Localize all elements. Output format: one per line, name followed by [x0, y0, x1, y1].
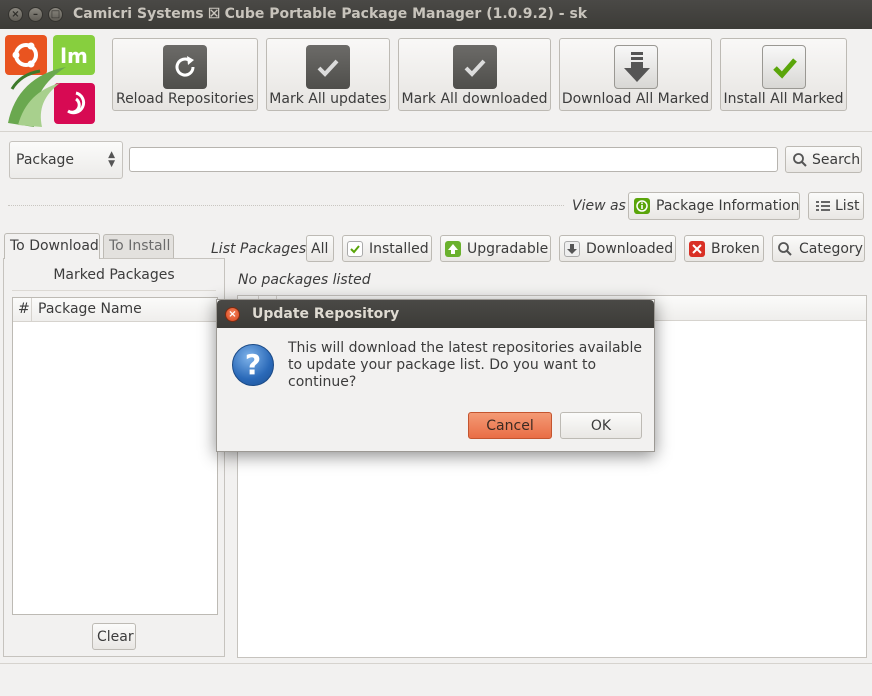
upgrade-arrow-icon [445, 240, 461, 257]
mark-all-downloaded-label: Mark All downloaded [401, 91, 548, 107]
green-checkmark-icon [761, 45, 806, 89]
tab-to-download-label: To Download [10, 238, 99, 254]
dialog-message-line1: This will download the latest repositori… [288, 340, 642, 356]
mark-all-updates-button[interactable]: Mark All updates [266, 38, 390, 111]
column-header-number[interactable]: # [18, 301, 30, 317]
filter-installed-button[interactable]: Installed [342, 235, 432, 262]
column-header-package-name[interactable]: Package Name [38, 301, 142, 317]
installed-check-icon [347, 240, 363, 257]
table-header: # Package Name [13, 298, 217, 322]
dialog-title: Update Repository [252, 306, 400, 322]
checkmark-icon [452, 45, 497, 89]
package-information-label: Package Information [656, 198, 800, 214]
window-close-button[interactable]: × [8, 7, 23, 22]
dialog-message: This will download the latest repositori… [288, 340, 654, 391]
filter-downloaded-button[interactable]: Downloaded [559, 235, 676, 262]
filter-downloaded-label: Downloaded [586, 240, 674, 257]
download-icon [613, 45, 658, 89]
ok-button[interactable]: OK [560, 412, 642, 439]
dialog-close-icon[interactable]: × [225, 307, 240, 322]
filter-category-button[interactable]: Category [772, 235, 865, 262]
tab-to-install-label: To Install [109, 238, 171, 254]
ok-button-label: OK [590, 417, 612, 434]
window-minimize-button[interactable]: – [28, 7, 43, 22]
dialog-titlebar: × Update Repository [217, 300, 654, 328]
toolbar-separator [0, 131, 872, 132]
info-icon [634, 198, 650, 214]
question-icon: ? [232, 344, 274, 386]
update-repository-dialog: × Update Repository ? This will download… [216, 299, 655, 452]
column-divider [31, 298, 32, 322]
panel-divider [12, 290, 216, 291]
dialog-message-line2: to update your package list. Do you want… [288, 357, 597, 390]
tab-to-download[interactable]: To Download [4, 233, 100, 259]
checkmark-icon [306, 45, 350, 89]
filter-all-label: All [311, 240, 329, 257]
filter-broken-label: Broken [711, 240, 760, 257]
list-packages-label: List Packages [211, 241, 307, 257]
cancel-button-label: Cancel [486, 417, 534, 434]
spinner-arrows-icon: ▲ ▼ [108, 150, 115, 169]
marked-packages-table[interactable]: # Package Name [12, 297, 218, 615]
status-separator [0, 663, 872, 664]
search-icon [777, 241, 793, 257]
main-toolbar: Reload Repositories Mark All updates Mar… [104, 30, 872, 130]
view-separator [8, 205, 564, 206]
filter-category-label: Category [799, 240, 863, 257]
window-maximize-button[interactable]: □ [48, 7, 63, 22]
app-logo: lm [4, 33, 100, 128]
search-scope-select[interactable]: Package ▲ ▼ [9, 141, 123, 179]
reload-repositories-label: Reload Repositories [115, 91, 255, 107]
download-all-marked-label: Download All Marked [561, 91, 710, 107]
filter-broken-button[interactable]: Broken [684, 235, 764, 262]
clear-button[interactable]: Clear [92, 623, 136, 650]
search-button[interactable]: Search [785, 146, 862, 173]
tab-to-install[interactable]: To Install [103, 234, 174, 258]
search-icon [792, 152, 808, 168]
filter-upgradable-label: Upgradable [467, 240, 549, 257]
mark-all-downloaded-button[interactable]: Mark All downloaded [398, 38, 551, 111]
install-all-marked-button[interactable]: Install All Marked [720, 38, 847, 111]
window-titlebar: × – □ Camicri Systems ⮽ Cube Portable Pa… [0, 0, 872, 29]
filter-all-button[interactable]: All [306, 235, 334, 262]
svg-text:lm: lm [60, 44, 88, 68]
search-scope-value: Package [16, 152, 75, 168]
view-as-label: View as [572, 198, 626, 214]
package-list-status: No packages listed [238, 272, 371, 288]
search-input[interactable] [129, 147, 778, 172]
filter-installed-label: Installed [369, 240, 429, 257]
broken-x-icon [689, 240, 705, 257]
list-view-label: List [835, 198, 860, 214]
search-button-label: Search [812, 151, 861, 168]
filter-upgradable-button[interactable]: Upgradable [440, 235, 551, 262]
reload-icon [163, 45, 207, 89]
reload-repositories-button[interactable]: Reload Repositories [112, 38, 258, 111]
install-all-marked-label: Install All Marked [723, 91, 844, 107]
download-icon [564, 240, 580, 257]
mark-all-updates-label: Mark All updates [269, 91, 387, 107]
cancel-button[interactable]: Cancel [468, 412, 552, 439]
list-icon [815, 198, 831, 214]
download-all-marked-button[interactable]: Download All Marked [559, 38, 712, 111]
marked-packages-panel: Marked Packages # Package Name Clear [3, 258, 225, 657]
package-information-button[interactable]: Package Information [628, 192, 800, 220]
marked-packages-title: Marked Packages [53, 267, 175, 283]
clear-button-label: Clear [97, 628, 134, 645]
list-view-button[interactable]: List [808, 192, 864, 220]
window-title: Camicri Systems ⮽ Cube Portable Package … [73, 6, 588, 22]
